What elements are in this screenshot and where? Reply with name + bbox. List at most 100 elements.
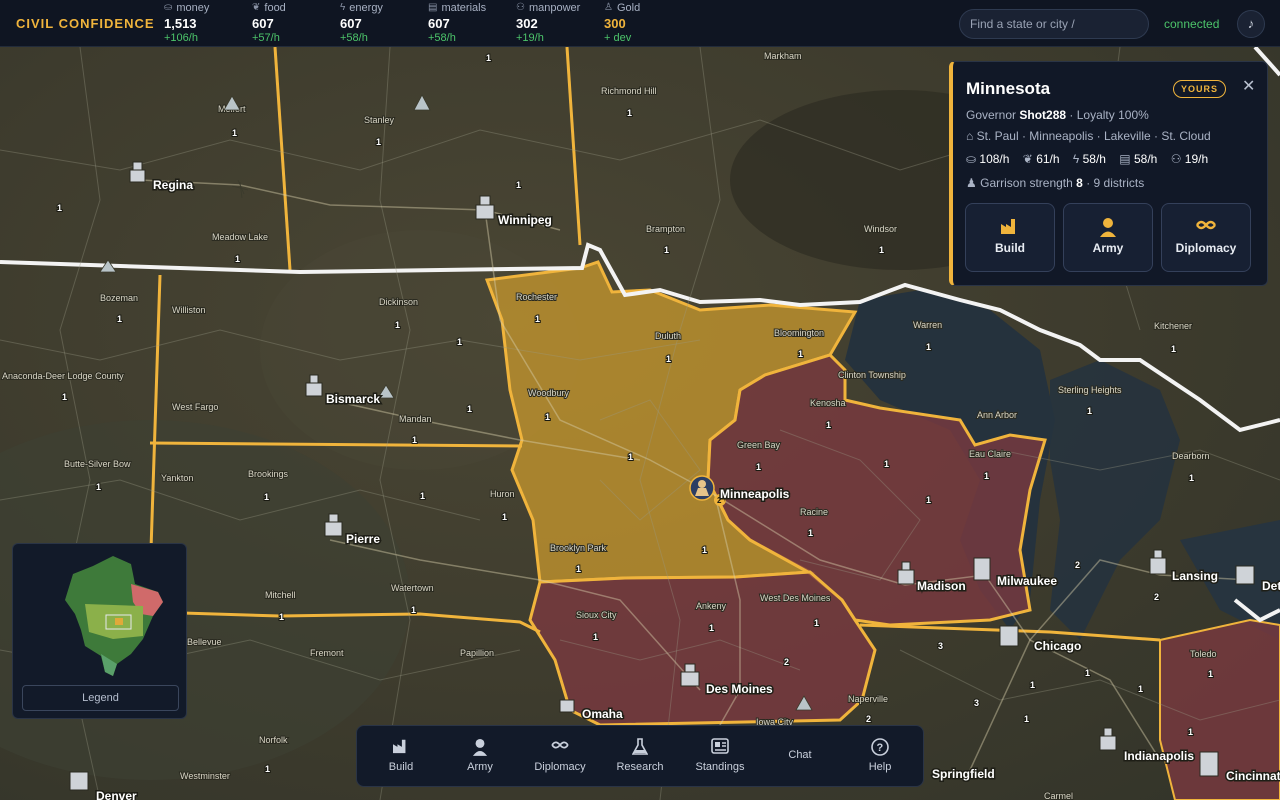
state-cities: St. Paul · Minneapolis · Lakeville · St.… [976,129,1211,143]
district-count[interactable]: 1 [813,617,820,629]
district-count[interactable]: 1 [755,461,762,473]
district-count[interactable]: 1 [626,107,633,119]
district-count[interactable]: 1 [410,604,417,616]
city-marker-icon[interactable] [1199,751,1219,777]
district-count[interactable]: 1 [1188,472,1195,484]
city-label-major[interactable]: Chicago [1033,638,1083,655]
district-count[interactable]: 1 [925,494,932,506]
district-count[interactable]: 1 [575,563,582,575]
district-count[interactable]: 1 [515,179,522,191]
city-marker-icon[interactable] [1235,565,1255,585]
city-label-major[interactable]: Des Moines [705,681,775,698]
district-count[interactable]: 1 [878,244,885,256]
nav-standings[interactable]: Standings [685,726,755,786]
city-marker-icon[interactable] [973,557,991,581]
city-label: Kitchener [1154,321,1192,331]
district-count[interactable]: 1 [807,527,814,539]
nav-army[interactable]: Army [445,726,515,786]
district-count[interactable]: 1 [701,544,708,556]
district-count[interactable]: 2 [783,656,790,668]
diplomacy-button[interactable]: Diplomacy [1161,203,1251,272]
city-label: Bellevue [187,637,222,647]
nav-build[interactable]: Build [366,726,436,786]
district-count[interactable]: 3 [937,640,944,652]
city-label-major[interactable]: Milwaukee [996,573,1059,590]
city-label-major[interactable]: Cincinnati [1225,768,1280,785]
district-count[interactable]: 3 [973,697,980,709]
district-count[interactable]: 1 [797,348,804,360]
close-icon[interactable]: ✕ [1242,76,1255,96]
district-count[interactable]: 1 [1207,668,1214,680]
nav-diplomacy[interactable]: Diplomacy [525,726,595,786]
district-count[interactable]: 1 [116,313,123,325]
city-label-major[interactable]: Madison [916,578,968,595]
district-count[interactable]: 1 [466,403,473,415]
minimap-canvas[interactable] [13,544,188,684]
city-label-major[interactable]: Det [1261,578,1280,595]
city-marker-icon[interactable] [559,699,575,713]
city-label-major[interactable]: Bismarck [325,391,382,408]
city-label-major[interactable]: Denver [95,788,139,800]
city-label-major[interactable]: Indianapolis [1123,748,1196,765]
district-count[interactable]: 1 [1187,726,1194,738]
army-button[interactable]: Army [1063,203,1153,272]
city-marker-icon[interactable] [999,625,1019,647]
city-label-major[interactable]: Winnipeg [497,212,554,229]
district-count[interactable]: 2 [1153,591,1160,603]
city-label-major[interactable]: Minneapolis [719,486,792,503]
nav-help[interactable]: ? Help [845,726,915,786]
district-count[interactable]: 1 [534,313,541,325]
nav-research[interactable]: Research [605,726,675,786]
district-count[interactable]: 2 [865,713,872,725]
district-count[interactable]: 1 [1086,405,1093,417]
district-count[interactable]: 1 [925,341,932,353]
district-count[interactable]: 1 [411,434,418,446]
flask-icon [605,738,675,756]
district-count[interactable]: 1 [419,490,426,502]
district-count[interactable]: 1 [61,391,68,403]
music-toggle-button[interactable]: ♪ [1237,10,1265,38]
governor-name[interactable]: Shot288 [1019,108,1066,122]
district-count[interactable]: 1 [1137,683,1144,695]
district-count[interactable]: 1 [234,253,241,265]
district-count[interactable]: 2 [1074,559,1081,571]
district-count[interactable]: 1 [825,419,832,431]
district-count[interactable]: 1 [394,319,401,331]
district-count[interactable]: 1 [501,511,508,523]
city-label-major[interactable]: Springfield [931,766,997,783]
district-count[interactable]: 1 [883,458,890,470]
district-count[interactable]: 1 [708,622,715,634]
city-label-major[interactable]: Lansing [1171,568,1220,585]
district-count[interactable]: 1 [231,127,238,139]
city-label: West Fargo [172,402,218,412]
district-count[interactable]: 1 [1170,343,1177,355]
legend-button[interactable]: Legend [22,685,179,711]
district-count[interactable]: 1 [485,52,492,64]
district-count[interactable]: 1 [592,631,599,643]
district-count[interactable]: 1 [1023,713,1030,725]
district-count[interactable]: 1 [983,470,990,482]
district-count[interactable]: 1 [1084,667,1091,679]
city-label-major[interactable]: Regina [152,177,195,194]
city-label-major[interactable]: Omaha [581,706,625,723]
district-count[interactable]: 1 [663,244,670,256]
search-input[interactable]: Find a state or city / [959,9,1149,39]
city-label-major[interactable]: Pierre [345,531,382,548]
district-count[interactable]: 1 [1029,679,1036,691]
district-count[interactable]: 1 [278,611,285,623]
district-count[interactable]: 1 [56,202,63,214]
district-count[interactable]: 1 [375,136,382,148]
minimap[interactable]: Legend [12,543,187,719]
district-count[interactable]: 1 [95,481,102,493]
city-label: Watertown [391,583,434,593]
district-count[interactable]: 1 [544,411,551,423]
district-count[interactable]: 1 [665,353,672,365]
nav-chat[interactable]: Chat [765,726,835,786]
district-count[interactable]: 1 [264,763,271,775]
city-marker-icon[interactable] [69,771,89,791]
soldier-icon [445,738,515,756]
district-count[interactable]: 1 [627,451,634,463]
district-count[interactable]: 1 [263,491,270,503]
build-button[interactable]: Build [965,203,1055,272]
district-count[interactable]: 1 [456,336,463,348]
